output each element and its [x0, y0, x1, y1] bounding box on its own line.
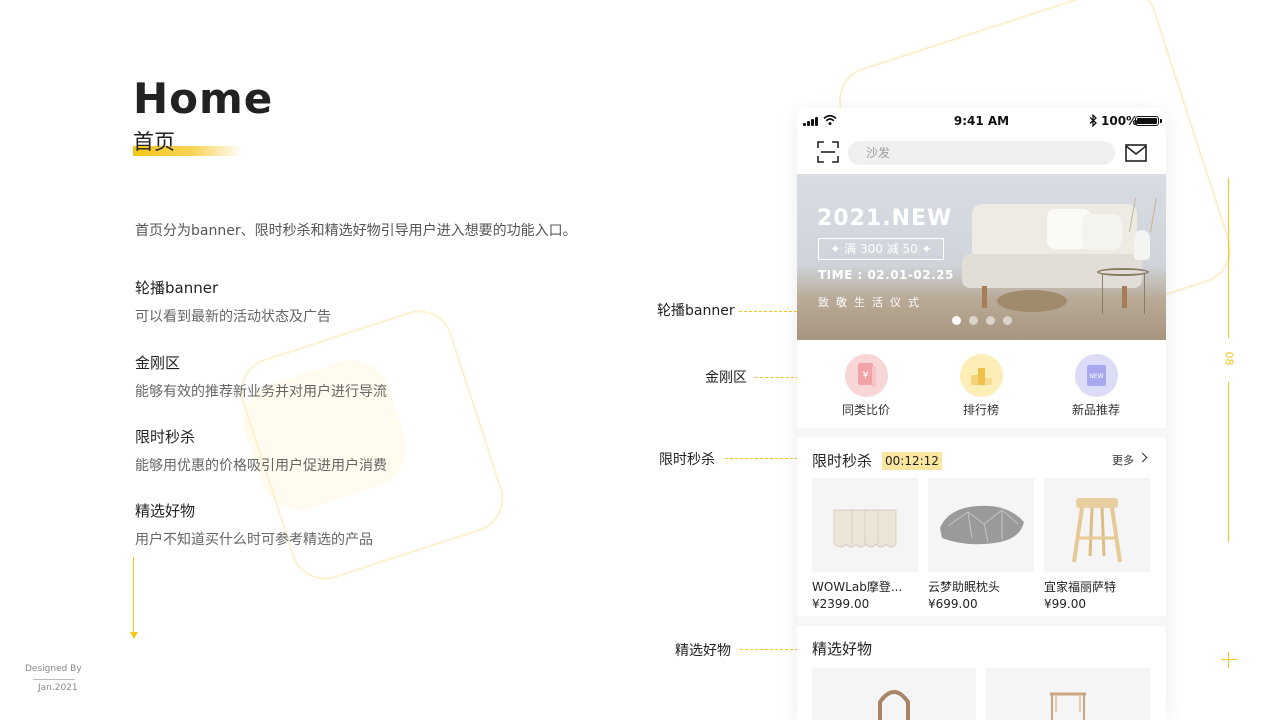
- feature-featured: 精选好物 用户不知道买什么时可参考精选的产品: [135, 500, 555, 549]
- callout-banner: 轮播banner: [657, 303, 735, 319]
- product-card[interactable]: WOWLab摩登... ¥2399.00: [812, 478, 918, 611]
- banner-dot[interactable]: [969, 316, 978, 325]
- designed-by-label: Designed By: [25, 664, 82, 674]
- callout-line-flash-sale: [725, 458, 808, 459]
- yen-tag-icon: ¥: [844, 354, 888, 397]
- product-card[interactable]: 宜家福丽萨特 ¥99.00: [1044, 478, 1150, 611]
- bluetooth-icon: [1089, 114, 1097, 127]
- countdown-timer: 00:12:12: [882, 452, 942, 470]
- product-name: 宜家福丽萨特: [1044, 580, 1117, 594]
- banner-pouf: [997, 290, 1067, 312]
- page-subtitle-group: 首页: [133, 126, 253, 162]
- top-bar: 沙发: [797, 134, 1166, 174]
- product-name: 云梦助眠枕头: [928, 580, 1001, 594]
- side-line-top: [1228, 178, 1229, 338]
- flash-sale-title: 限时秒杀: [812, 452, 873, 470]
- banner-title: 2021.NEW: [817, 206, 953, 231]
- plus-icon: [1219, 650, 1239, 670]
- banner-side-table: [1097, 268, 1149, 276]
- product-image-pillow: [928, 478, 1034, 572]
- featured-image-rack: [1050, 692, 1086, 720]
- feature-title: 精选好物: [135, 502, 196, 520]
- kingkong-item-compare[interactable]: ¥ 同类比价: [826, 354, 906, 418]
- flash-sale-section: 限时秒杀 00:12:12 更多 WOWLab摩登... ¥2399.00 云梦…: [797, 438, 1166, 616]
- kingkong-area: ¥ 同类比价 排行榜 NEW 新品推荐: [797, 340, 1166, 428]
- banner-promo: ✦ 满 300 减 50 ✦: [818, 238, 944, 260]
- featured-section: 精选好物: [797, 626, 1166, 720]
- feature-desc: 用户不知道买什么时可参考精选的产品: [135, 532, 373, 548]
- banner-carousel[interactable]: 2021.NEW ✦ 满 300 减 50 ✦ TIME : 02.01-02.…: [797, 174, 1166, 340]
- banner-dried-flowers: [1129, 198, 1157, 232]
- feature-title: 轮播banner: [135, 279, 219, 297]
- feature-desc: 可以看到最新的活动状态及广告: [135, 309, 331, 325]
- kingkong-label: 同类比价: [841, 403, 890, 417]
- featured-card[interactable]: [986, 668, 1150, 720]
- banner-sofa-leg: [1122, 286, 1127, 308]
- chevron-right-icon[interactable]: [1137, 452, 1148, 463]
- arrow-down-icon: [130, 632, 138, 639]
- product-image-cabinet: [812, 478, 918, 572]
- feature-title: 金刚区: [135, 354, 181, 372]
- side-line-bottom: [1228, 382, 1229, 542]
- phone-mockup: 9:41 AM 100% 沙发 2021.NEW ✦ 满 300 减 50 ✦ …: [797, 108, 1166, 720]
- kingkong-label: 排行榜: [962, 403, 999, 417]
- feature-flash-sale: 限时秒杀 能够用优惠的价格吸引用户促进用户消费: [135, 426, 555, 475]
- scan-icon[interactable]: [816, 140, 840, 164]
- product-price: ¥99.00: [1044, 597, 1086, 611]
- callout-flash-sale: 限时秒杀: [659, 452, 715, 468]
- product-price: ¥699.00: [928, 597, 978, 611]
- callout-featured: 精选好物: [675, 643, 731, 659]
- banner-sofa-leg: [982, 286, 987, 308]
- page-title: Home: [133, 74, 274, 123]
- product-image-stool: [1044, 478, 1150, 572]
- podium-icon: [959, 354, 1003, 397]
- banner-dot[interactable]: [952, 316, 961, 325]
- featured-title: 精选好物: [812, 640, 873, 658]
- kingkong-item-new[interactable]: NEW 新品推荐: [1056, 354, 1136, 418]
- svg-text:¥: ¥: [862, 370, 868, 381]
- banner-dot[interactable]: [1003, 316, 1012, 325]
- search-input[interactable]: 沙发: [848, 141, 1115, 165]
- banner-dot[interactable]: [986, 316, 995, 325]
- feature-banner: 轮播banner 可以看到最新的活动状态及广告: [135, 277, 555, 326]
- featured-image-chair: [878, 690, 910, 720]
- battery-tip: [1160, 119, 1162, 123]
- featured-card[interactable]: [812, 668, 976, 720]
- feature-desc: 能够有效的推荐新业务并对用户进行导流: [135, 384, 387, 400]
- banner-pillow: [1082, 214, 1122, 250]
- callout-line-banner: [739, 311, 797, 312]
- new-badge-icon: NEW: [1074, 354, 1118, 397]
- battery-percent: 100%: [1101, 114, 1139, 128]
- feature-desc: 能够用优惠的价格吸引用户促进用户消费: [135, 458, 387, 474]
- arrow-down-line: [133, 557, 134, 637]
- mail-icon[interactable]: [1125, 144, 1147, 162]
- footer-divider: [33, 679, 75, 680]
- svg-text:NEW: NEW: [1089, 373, 1103, 380]
- banner-vase: [1134, 230, 1150, 260]
- kingkong-label: 新品推荐: [1071, 403, 1120, 417]
- more-link[interactable]: 更多: [1112, 452, 1134, 468]
- kingkong-item-ranking[interactable]: 排行榜: [941, 354, 1021, 418]
- product-price: ¥2399.00: [812, 597, 870, 611]
- intro-text: 首页分为banner、限时秒杀和精选好物引导用户进入想要的功能入口。: [135, 223, 577, 239]
- banner-table-leg: [1102, 274, 1103, 314]
- battery-icon: [1135, 116, 1159, 126]
- product-name: WOWLab摩登...: [812, 580, 903, 594]
- feature-title: 限时秒杀: [135, 428, 196, 446]
- page-subtitle: 首页: [133, 130, 175, 154]
- banner-slogan: 致敬生活仪式: [818, 296, 926, 309]
- designed-date: Jan.2021: [38, 683, 78, 693]
- feature-kingkong: 金刚区 能够有效的推荐新业务并对用户进行导流: [135, 352, 555, 401]
- banner-table-leg: [1144, 274, 1145, 314]
- status-bar: 9:41 AM 100%: [797, 108, 1166, 134]
- product-card[interactable]: 云梦助眠枕头 ¥699.00: [928, 478, 1034, 611]
- callout-kingkong: 金刚区: [705, 370, 747, 386]
- page-number: 08: [1222, 351, 1236, 366]
- banner-time: TIME : 02.01-02.25: [818, 268, 954, 282]
